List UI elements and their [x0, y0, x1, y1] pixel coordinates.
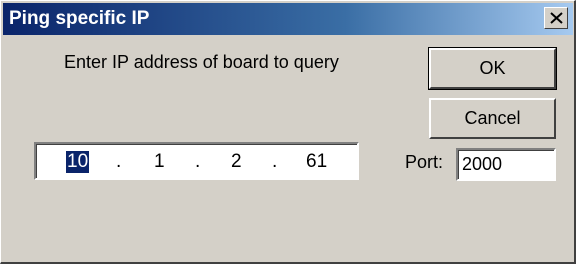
title-bar[interactable]: Ping specific IP: [3, 3, 573, 35]
ip-octet-3[interactable]: 2: [231, 151, 242, 173]
ip-separator: .: [116, 151, 122, 172]
ip-separator: .: [195, 151, 201, 172]
prompt-label: Enter IP address of board to query: [64, 52, 339, 72]
close-button[interactable]: [544, 7, 568, 29]
ip-octet-2[interactable]: 1: [154, 151, 165, 173]
port-label: Port:: [405, 152, 444, 172]
ip-address-field[interactable]: 10 . 1 . 2 . 61: [34, 142, 359, 180]
cancel-button[interactable]: Cancel: [429, 98, 556, 139]
ok-button[interactable]: OK: [428, 47, 557, 90]
dialog-title: Ping specific IP: [9, 8, 150, 29]
close-icon: [550, 12, 563, 24]
ip-octet-4[interactable]: 61: [306, 151, 327, 173]
ip-octet-1[interactable]: 10: [66, 151, 90, 173]
port-input[interactable]: [456, 148, 556, 181]
ping-dialog: Ping specific IP Enter IP address of boa…: [0, 0, 576, 264]
ip-separator: .: [272, 151, 278, 172]
